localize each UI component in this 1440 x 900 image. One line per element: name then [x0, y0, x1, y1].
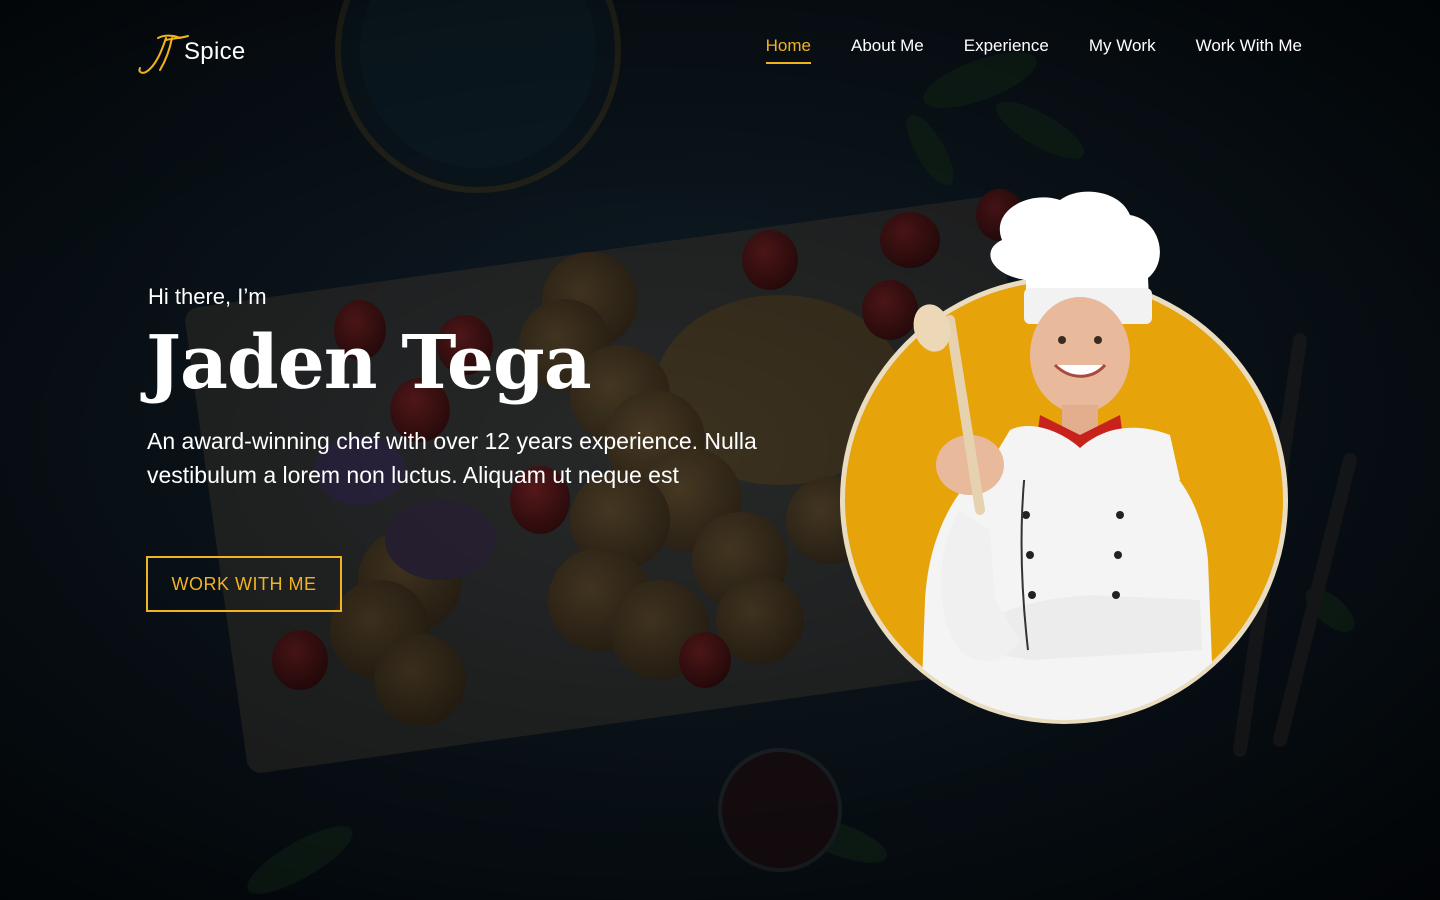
hero-name: Jaden Tega: [146, 320, 592, 406]
nav-about-me[interactable]: About Me: [851, 36, 924, 62]
main-nav: Home About Me Experience My Work Work Wi…: [765, 36, 1302, 64]
chef-portrait: [840, 191, 1288, 724]
work-with-me-button[interactable]: WORK WITH ME: [146, 556, 342, 612]
nav-work-with-me[interactable]: Work With Me: [1196, 36, 1302, 62]
hero-greeting: Hi there, I’m: [148, 284, 267, 309]
nav-my-work[interactable]: My Work: [1089, 36, 1156, 62]
nav-experience[interactable]: Experience: [964, 36, 1049, 62]
hero-description: An award-winning chef with over 12 years…: [147, 428, 757, 488]
brand-name: Spice: [184, 38, 246, 65]
nav-home[interactable]: Home: [765, 36, 812, 64]
